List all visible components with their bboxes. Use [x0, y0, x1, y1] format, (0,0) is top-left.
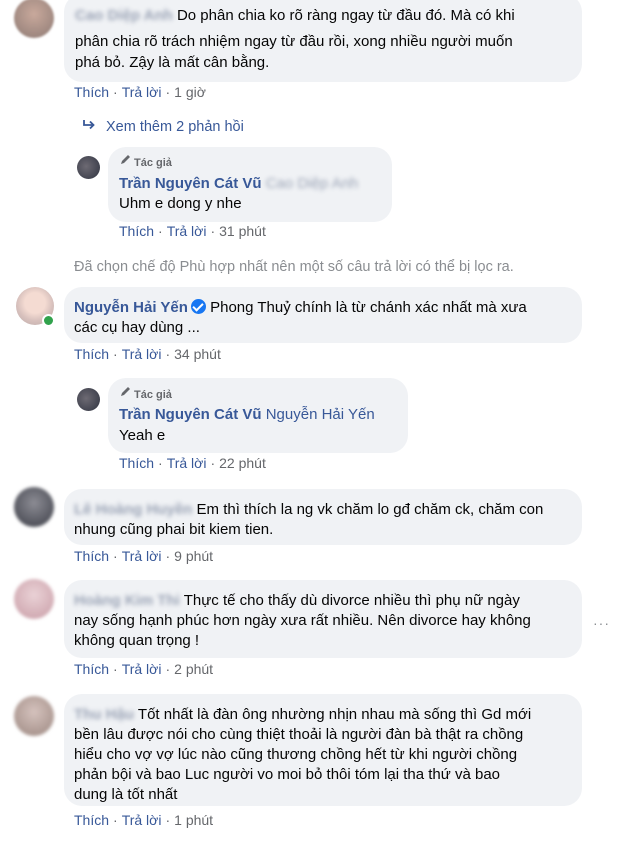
comment-text: Do phân chia ko rõ ràng ngay từ đầu đó. …: [176, 7, 515, 24]
reply-name-line: Trần Nguyên Cát Vũ Cao Diệp Anh: [119, 173, 358, 194]
avatar[interactable]: [14, 0, 54, 38]
comment-text-line: Lê Hoàng Huyền Em thì thích la ng vk chă…: [74, 499, 543, 520]
comment-actions: Thích · Trả lời · 1 phút: [74, 812, 213, 828]
reply-button[interactable]: Trả lời: [122, 84, 162, 100]
separator: ·: [158, 455, 163, 471]
reply-text: Yeah e: [119, 427, 166, 444]
comment-text-line: phân chia rõ trách nhiệm ngay từ đầu rồi…: [75, 33, 513, 50]
reply-name-line: Trần Nguyên Cát Vũ Nguyễn Hải Yến: [119, 404, 375, 425]
see-more-replies-link[interactable]: Xem thêm 2 phản hồi: [82, 119, 244, 135]
comment-text: Phong Thuỷ chính là từ chánh xác nhất mà…: [210, 299, 527, 316]
comment-text-line: phá bỏ. Zậy là mất cân bằng.: [75, 54, 270, 71]
tagged-name[interactable]: Nguyễn Hải Yến: [266, 406, 375, 423]
separator: ·: [113, 661, 118, 677]
reply-actions: Thích · Trả lời · 22 phút: [119, 455, 266, 471]
replier-name[interactable]: Trần Nguyên Cát Vũ: [119, 175, 262, 192]
separator: ·: [113, 84, 118, 100]
like-button[interactable]: Thích: [74, 84, 109, 100]
comment-text-line: Cao Diệp Anh Do phân chia ko rõ ràng nga…: [75, 5, 515, 26]
pencil-icon: [119, 153, 132, 169]
replier-name[interactable]: Trần Nguyên Cát Vũ: [119, 406, 262, 423]
reply-button[interactable]: Trả lời: [122, 661, 162, 677]
comment-actions: Thích · Trả lời · 9 phút: [74, 548, 213, 564]
timestamp[interactable]: 9 phút: [174, 548, 213, 564]
like-button[interactable]: Thích: [74, 812, 109, 828]
comment-text-line: Nguyễn Hải Yến Phong Thuỷ chính là từ ch…: [74, 297, 527, 318]
comment-text-line: nhung cũng phai bit kiem tien.: [74, 521, 274, 538]
separator: ·: [165, 661, 171, 677]
verified-badge-icon: [190, 299, 206, 314]
avatar[interactable]: [14, 487, 54, 527]
reply-button[interactable]: Trả lời: [122, 812, 162, 828]
online-status-indicator: [42, 314, 55, 327]
comment-text-line: phản bội và bao Luc người vo moi bỏ thôi…: [74, 766, 501, 783]
timestamp[interactable]: 22 phút: [219, 455, 266, 471]
more-options-icon[interactable]: ···: [593, 615, 610, 631]
avatar[interactable]: [14, 579, 54, 619]
avatar[interactable]: [77, 156, 100, 179]
like-button[interactable]: Thích: [74, 346, 109, 362]
separator: ·: [210, 455, 216, 471]
like-button[interactable]: Thích: [74, 661, 109, 677]
tagged-name[interactable]: Cao Diệp Anh: [266, 175, 359, 192]
author-badge-label: Tác giả: [134, 157, 172, 169]
comment-text-line: bền lâu được nói cho cùng thiệt thoải là…: [74, 726, 524, 743]
author-badge-label: Tác giả: [134, 389, 172, 401]
like-button[interactable]: Thích: [119, 455, 154, 471]
separator: ·: [165, 548, 171, 564]
comment-actions: Thích · Trả lời · 2 phút: [74, 661, 213, 677]
filter-notice: Đã chọn chế độ Phù hợp nhất nên một số c…: [74, 259, 514, 275]
like-button[interactable]: Thích: [74, 548, 109, 564]
reply-button[interactable]: Trả lời: [167, 223, 207, 239]
commenter-name[interactable]: Nguyễn Hải Yến: [74, 299, 188, 316]
reply-text: Uhm e dong y nhe: [119, 195, 242, 212]
separator: ·: [165, 346, 171, 362]
timestamp[interactable]: 2 phút: [174, 661, 213, 677]
reply-button[interactable]: Trả lời: [122, 548, 162, 564]
comment-text: Tốt nhất là đàn ông nhường nhịn nhau mà …: [137, 706, 532, 723]
separator: ·: [165, 84, 171, 100]
separator: ·: [113, 812, 118, 828]
avatar[interactable]: [77, 388, 100, 411]
reply-button[interactable]: Trả lời: [122, 346, 162, 362]
commenter-name[interactable]: Thu Hậu: [74, 706, 134, 723]
separator: ·: [165, 812, 171, 828]
comment-text-line: Hoàng Kim Thi Thực tế cho thấy dù divorc…: [74, 590, 520, 611]
reply-button[interactable]: Trả lời: [167, 455, 207, 471]
reply-actions: Thích · Trả lời · 31 phút: [119, 223, 266, 239]
author-badge: Tác giả: [119, 385, 172, 401]
reply-arrow-icon: [82, 119, 96, 135]
commenter-name[interactable]: Cao Diệp Anh: [75, 7, 173, 24]
comment-text-line: các cụ hay dùng ...: [74, 319, 200, 336]
separator: ·: [113, 346, 118, 362]
separator: ·: [158, 223, 163, 239]
timestamp[interactable]: 1 phút: [174, 812, 213, 828]
comment-actions: Thích · Trả lời · 1 giờ: [74, 84, 206, 100]
commenter-name[interactable]: Lê Hoàng Huyền: [74, 501, 192, 518]
separator: ·: [210, 223, 216, 239]
comment-text-line: Thu Hậu Tốt nhất là đàn ông nhường nhịn …: [74, 704, 531, 725]
comment-text-line: nay sống hạnh phúc hơn ngày xưa rất nhiề…: [74, 612, 531, 629]
avatar[interactable]: [14, 696, 54, 736]
timestamp[interactable]: 1 giờ: [174, 84, 206, 100]
comment-actions: Thích · Trả lời · 34 phút: [74, 346, 221, 362]
see-more-label[interactable]: Xem thêm 2 phản hồi: [106, 119, 244, 135]
comment-text-line: dung là tốt nhất: [74, 786, 178, 803]
comment-text: Em thì thích la ng vk chăm lo gđ chăm ck…: [196, 501, 544, 518]
commenter-name[interactable]: Hoàng Kim Thi: [74, 592, 180, 609]
timestamp[interactable]: 31 phút: [219, 223, 266, 239]
comment-text: Thực tế cho thấy dù divorce nhiều thì ph…: [183, 592, 520, 609]
author-badge: Tác giả: [119, 153, 172, 169]
like-button[interactable]: Thích: [119, 223, 154, 239]
separator: ·: [113, 548, 118, 564]
timestamp[interactable]: 34 phút: [174, 346, 221, 362]
comment-text-line: hiểu cho vợ vợ lúc nào cũng thương chồng…: [74, 746, 518, 763]
pencil-icon: [119, 385, 132, 401]
comment-text-line: không quan trọng !: [74, 632, 200, 649]
